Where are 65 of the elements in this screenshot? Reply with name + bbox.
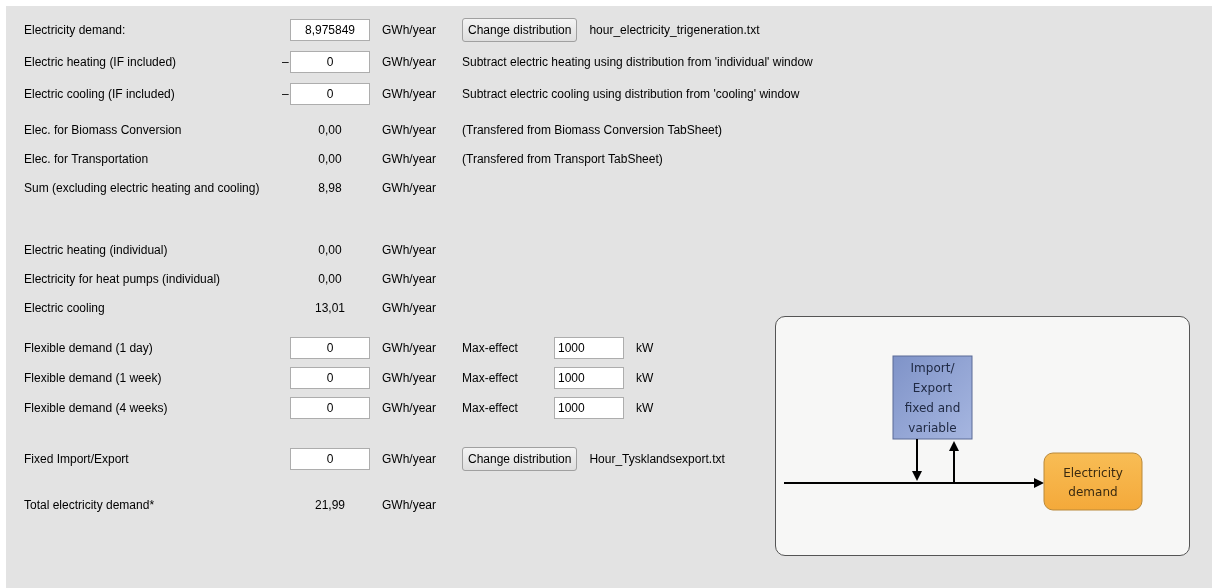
max-effect-label: Max-effect	[462, 371, 519, 385]
value-field[interactable]: 0	[290, 51, 370, 73]
unit-label: GWh/year	[381, 401, 437, 415]
unit-label: GWh/year	[381, 371, 437, 385]
up-arrow	[949, 441, 959, 483]
unit-label: GWh/year	[381, 23, 437, 37]
note-text: Subtract electric heating using distribution from 'individual' window	[462, 55, 813, 69]
row-label: Elec. for Transportation	[24, 151, 150, 166]
value-readout: 13,01	[315, 300, 345, 315]
unit-label: GWh/year	[381, 271, 437, 286]
note-text: Subtract electric cooling using distribution from 'cooling' window	[462, 87, 800, 101]
change-distribution-button[interactable]: Change distribution	[462, 18, 578, 42]
import-export-node: Import/ Export fixed and variable	[892, 355, 973, 440]
row-label: Electric heating (IF included)	[24, 55, 178, 69]
row-label: Flexible demand (1 day)	[24, 341, 154, 355]
unit-label: GWh/year	[381, 122, 437, 137]
unit-label: GWh/year	[381, 151, 437, 166]
unit-label: kW	[635, 401, 654, 415]
row-label: Fixed Import/Export	[24, 452, 130, 466]
row-label: Electric heating (individual)	[24, 242, 169, 257]
value-readout: 0,00	[318, 151, 342, 166]
unit-label: GWh/year	[381, 242, 437, 257]
value-readout: 0,00	[318, 122, 342, 137]
value-field[interactable]: 8,975849	[290, 19, 370, 41]
unit-label: GWh/year	[381, 180, 437, 195]
note-text: (Transfered from Transport TabSheet)	[462, 151, 663, 166]
max-effect-field[interactable]: 1000	[554, 367, 624, 389]
max-effect-field[interactable]: 1000	[554, 337, 624, 359]
value-field[interactable]: 0	[290, 83, 370, 105]
value-field[interactable]: 0	[290, 337, 370, 359]
row-label: Elec. for Biomass Conversion	[24, 122, 183, 137]
unit-label: GWh/year	[381, 300, 437, 315]
file-name: Hour_Tysklandsexport.txt	[589, 452, 725, 466]
unit-label: GWh/year	[381, 498, 437, 512]
unit-label: kW	[635, 371, 654, 385]
row-label: Electric cooling	[24, 300, 106, 315]
value-readout: 0,00	[318, 242, 342, 257]
value-field[interactable]: 0	[290, 367, 370, 389]
row-label: Flexible demand (4 weeks)	[24, 401, 169, 415]
value-readout: 21,99	[315, 498, 345, 512]
value-field[interactable]: 0	[290, 397, 370, 419]
value-field[interactable]: 0	[290, 448, 370, 470]
change-distribution-button[interactable]: Change distribution	[462, 447, 578, 471]
value-readout: 8,98	[318, 180, 342, 195]
max-effect-label: Max-effect	[462, 341, 519, 355]
note-text: (Transfered from Biomass Conversion TabSheet)	[462, 122, 723, 137]
row-label: Electric cooling (IF included)	[24, 87, 176, 101]
row-label: Total electricity demand*	[24, 498, 156, 512]
row-label: Electricity demand:	[24, 23, 127, 37]
electricity-demand-node: Electricity demand	[1043, 452, 1143, 511]
row-label: Sum (excluding electric heating and cooling)	[24, 180, 261, 195]
unit-label: GWh/year	[381, 55, 437, 69]
max-effect-field[interactable]: 1000	[554, 397, 624, 419]
unit-label: GWh/year	[381, 341, 437, 355]
down-arrow	[912, 438, 922, 481]
minus-sign: –	[282, 87, 289, 101]
file-name: hour_electricity_trigeneration.txt	[589, 23, 760, 37]
unit-label: GWh/year	[381, 87, 437, 101]
value-readout: 0,00	[318, 271, 342, 286]
unit-label: GWh/year	[381, 452, 437, 466]
unit-label: kW	[635, 341, 654, 355]
minus-sign: –	[282, 55, 289, 69]
row-label: Flexible demand (1 week)	[24, 371, 163, 385]
row-label: Electricity for heat pumps (individual)	[24, 271, 222, 286]
max-effect-label: Max-effect	[462, 401, 519, 415]
